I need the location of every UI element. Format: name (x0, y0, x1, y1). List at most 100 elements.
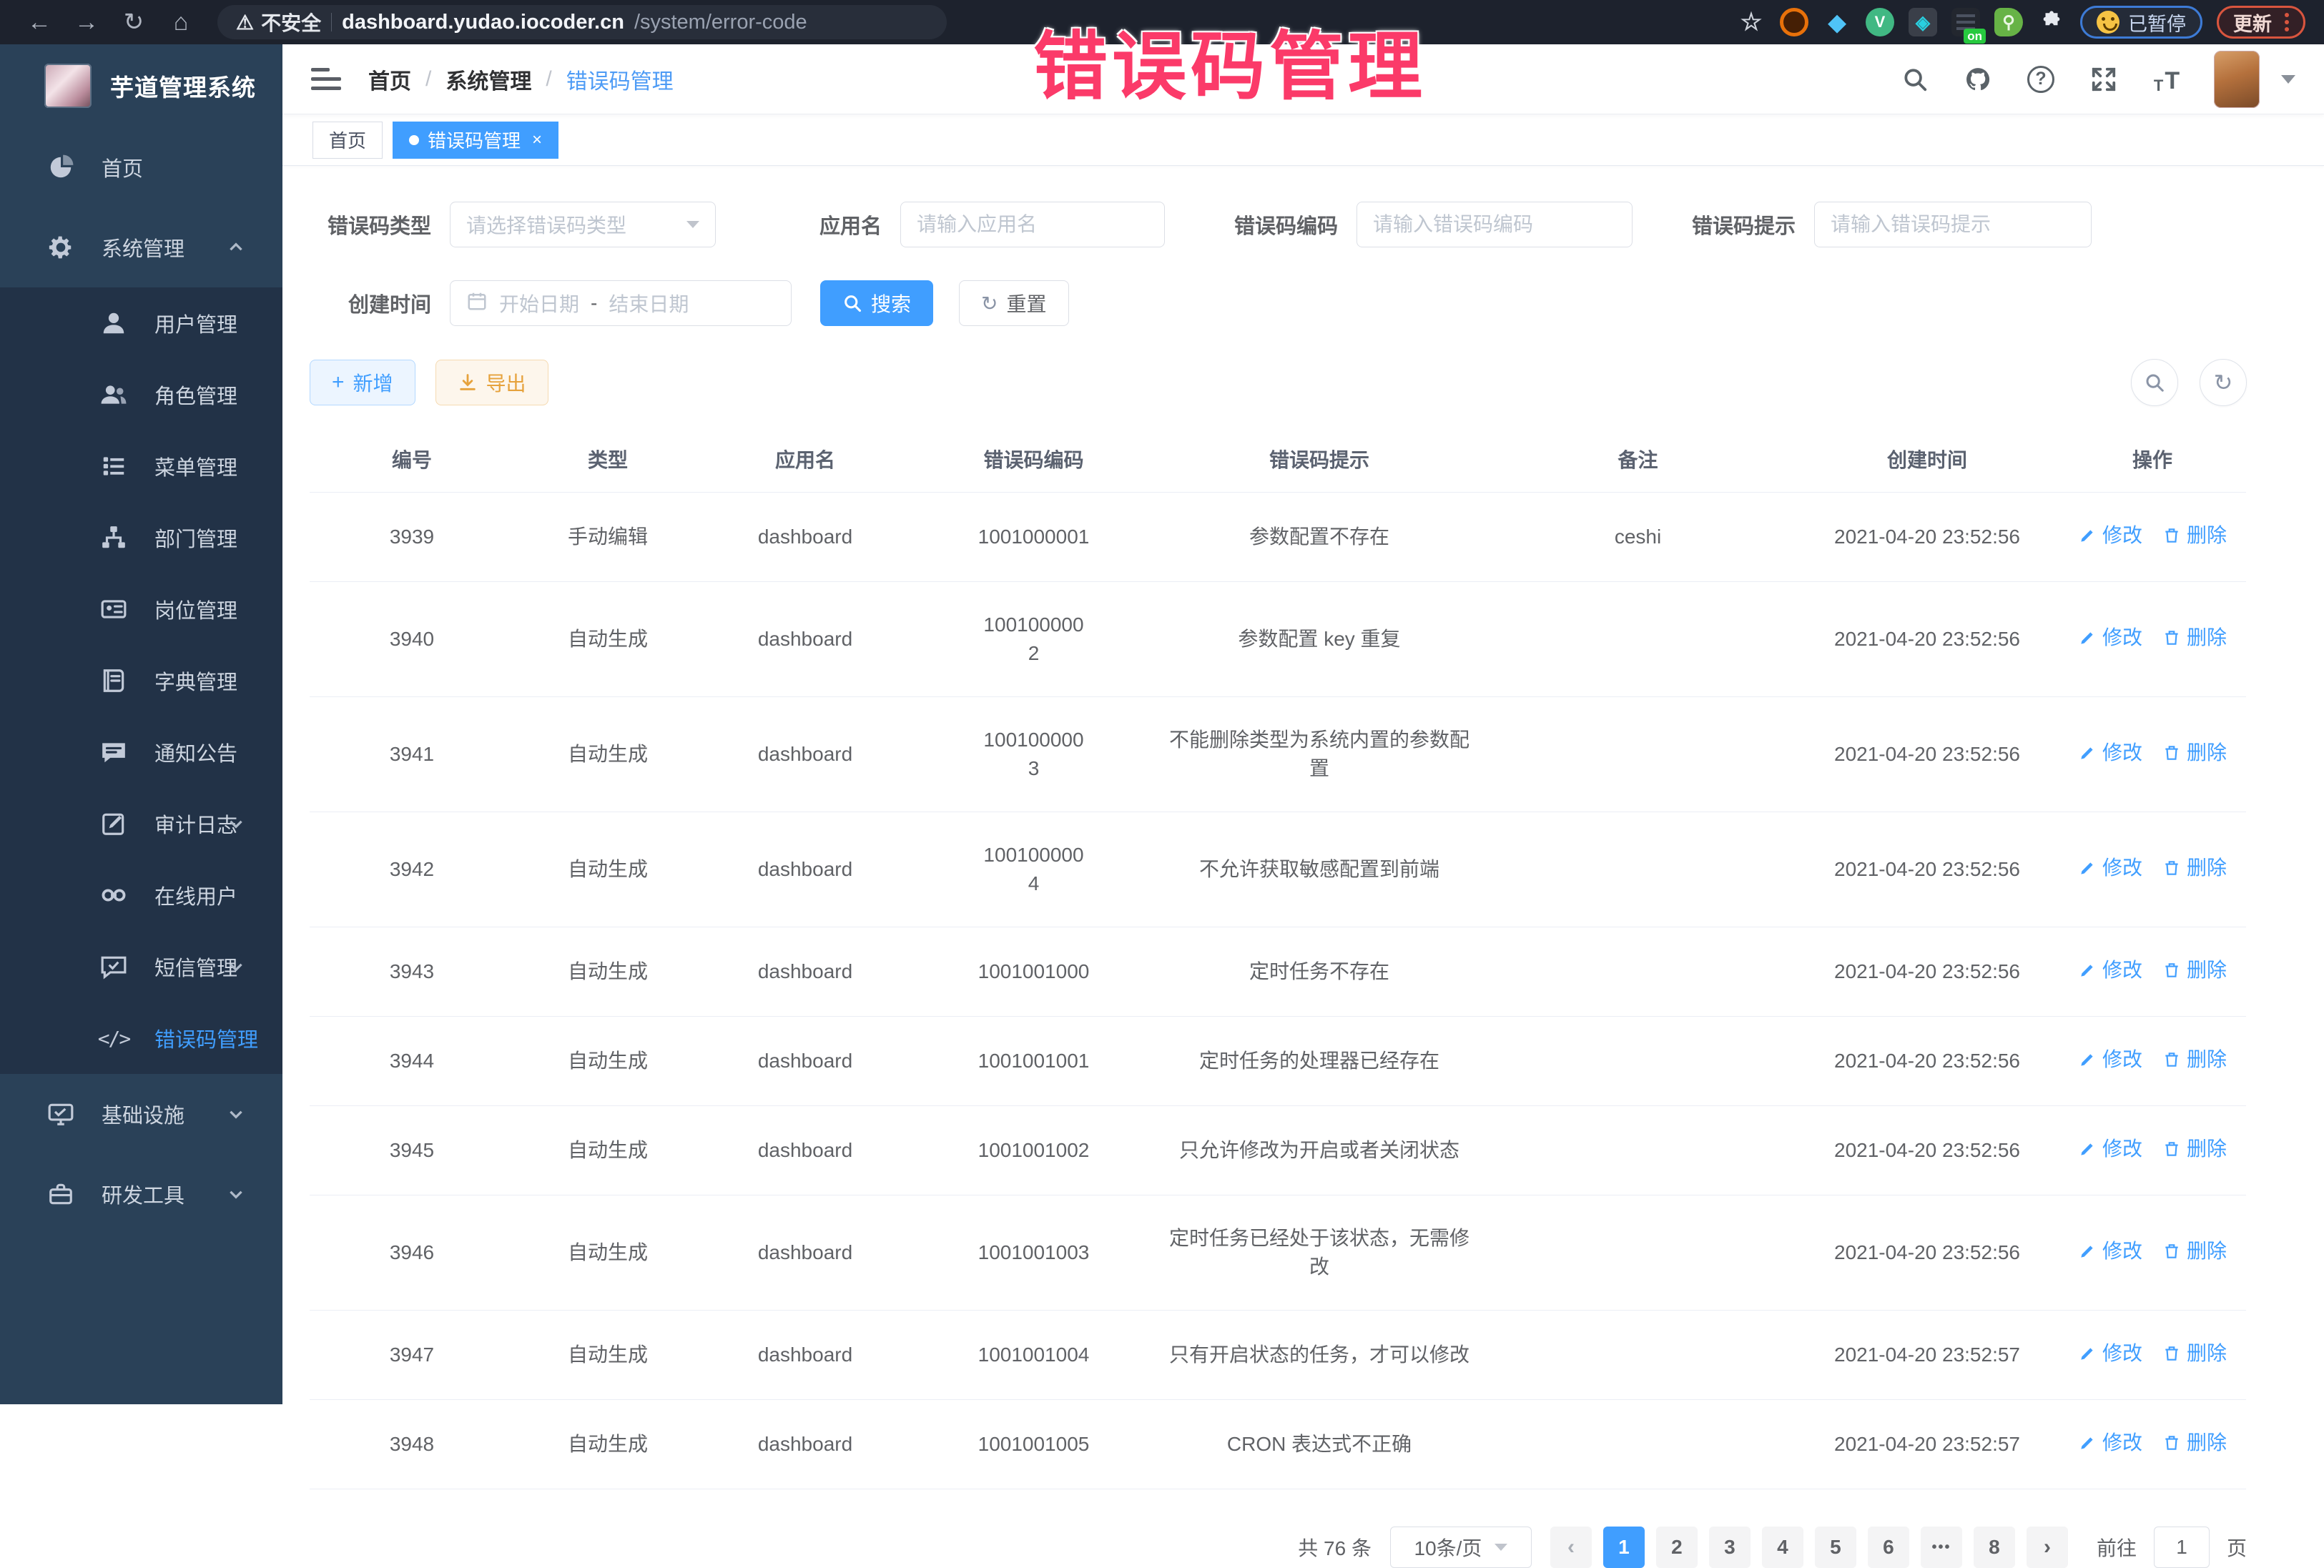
start-date-placeholder[interactable]: 开始日期 (499, 289, 579, 317)
goto-page-input[interactable] (2154, 1527, 2210, 1568)
sidebar-item-home[interactable]: 首页 (0, 127, 282, 207)
error-type-label: 错误码类型 (310, 209, 431, 240)
tag-home[interactable]: 首页 (312, 122, 383, 159)
back-icon[interactable]: ← (19, 6, 60, 39)
sidebar-item-error-code[interactable]: </> 错误码管理 (0, 1002, 282, 1074)
browser-update-button[interactable]: 更新 (2217, 6, 2305, 39)
end-date-placeholder[interactable]: 结束日期 (609, 289, 689, 317)
page-size-select[interactable]: 10条/页 (1390, 1527, 1532, 1568)
add-button[interactable]: + 新增 (310, 360, 415, 405)
edit-link[interactable]: 修改 (2078, 623, 2142, 652)
sidebar-item-sms[interactable]: 短信管理 (0, 931, 282, 1002)
search-button[interactable]: 搜索 (820, 280, 933, 326)
delete-link[interactable]: 删除 (2162, 1237, 2227, 1266)
sidebar-item-audit-log[interactable]: 审计日志 (0, 788, 282, 859)
edit-link[interactable]: 修改 (2078, 1339, 2142, 1368)
export-button[interactable]: 导出 (435, 360, 548, 405)
delete-link[interactable]: 删除 (2162, 854, 2227, 882)
sidebar-item-dictionary[interactable]: 字典管理 (0, 645, 282, 716)
help-icon[interactable]: ? (2025, 64, 2057, 95)
sidebar-item-dev-tools[interactable]: 研发工具 (0, 1154, 282, 1234)
page-button-3[interactable]: 3 (1709, 1527, 1751, 1568)
error-code-input[interactable] (1373, 213, 1616, 236)
tag-error-code[interactable]: 错误码管理 × (393, 122, 558, 159)
col-header-type: 类型 (514, 428, 701, 493)
bookmark-star-icon[interactable]: ☆ (1737, 8, 1766, 36)
sidebar-item-menus[interactable]: 菜单管理 (0, 430, 282, 502)
error-msg-input[interactable] (1831, 213, 2075, 236)
delete-link[interactable]: 删除 (2162, 956, 2227, 985)
error-type-select[interactable]: 请选择错误码类型 (450, 202, 716, 247)
edit-link[interactable]: 修改 (2078, 1135, 2142, 1163)
paused-extension-badge[interactable]: 已暂停 (2080, 6, 2202, 39)
app-logo-row[interactable]: 芋道管理系统 (0, 44, 282, 127)
extension-grid-icon[interactable]: ◈ (1909, 8, 1937, 36)
sidebar-item-system[interactable]: 系统管理 (0, 207, 282, 287)
edit-link[interactable]: 修改 (2078, 1045, 2142, 1074)
edit-link[interactable]: 修改 (2078, 1429, 2142, 1457)
edit-link[interactable]: 修改 (2078, 956, 2142, 985)
sidebar-item-notices[interactable]: 通知公告 (0, 716, 282, 788)
app-name-input[interactable] (917, 213, 1148, 236)
search-icon[interactable] (1899, 64, 1931, 95)
more-pages-button[interactable]: ••• (1921, 1527, 1962, 1568)
extension-vue-icon[interactable]: V (1866, 8, 1894, 36)
collapse-sidebar-icon[interactable] (311, 65, 343, 94)
col-header-actions: 操作 (2059, 428, 2246, 493)
breadcrumb-system[interactable]: 系统管理 (445, 64, 531, 95)
edit-link[interactable]: 修改 (2078, 739, 2142, 767)
date-range-picker[interactable]: 开始日期 - 结束日期 (450, 280, 792, 326)
delete-link[interactable]: 删除 (2162, 1339, 2227, 1368)
sidebar-item-posts[interactable]: 岗位管理 (0, 573, 282, 645)
edit-link[interactable]: 修改 (2078, 1237, 2142, 1266)
home-icon[interactable]: ⌂ (160, 6, 202, 39)
page-button-4[interactable]: 4 (1762, 1527, 1803, 1568)
sidebar-item-infrastructure[interactable]: 基础设施 (0, 1074, 282, 1154)
sidebar-item-roles[interactable]: 角色管理 (0, 359, 282, 430)
forward-icon[interactable]: → (66, 6, 107, 39)
close-tag-icon[interactable]: × (532, 130, 542, 150)
sidebar-item-online-users[interactable]: 在线用户 (0, 859, 282, 931)
calendar-icon (466, 290, 488, 317)
next-page-button[interactable]: › (2027, 1527, 2068, 1568)
prev-page-button[interactable]: ‹ (1550, 1527, 1592, 1568)
avatar-caret-icon[interactable] (2281, 75, 2295, 84)
github-icon[interactable] (1962, 64, 1994, 95)
page-button-5[interactable]: 5 (1815, 1527, 1856, 1568)
browser-menu-icon[interactable] (2285, 13, 2289, 31)
delete-link[interactable]: 删除 (2162, 521, 2227, 550)
edit-link[interactable]: 修改 (2078, 521, 2142, 550)
sidebar-item-departments[interactable]: 部门管理 (0, 502, 282, 573)
sidebar-item-users[interactable]: 用户管理 (0, 287, 282, 359)
reset-button[interactable]: ↻ 重置 (959, 280, 1068, 326)
delete-link[interactable]: 删除 (2162, 1429, 2227, 1457)
font-size-icon[interactable]: TT (2151, 64, 2182, 95)
app-title: 芋道管理系统 (110, 69, 256, 103)
fullscreen-icon[interactable] (2088, 64, 2119, 95)
refresh-table-button[interactable]: ↻ (2200, 359, 2247, 406)
page-button-1[interactable]: 1 (1603, 1527, 1645, 1568)
extension-orange-icon[interactable] (1780, 8, 1808, 36)
delete-link[interactable]: 删除 (2162, 1045, 2227, 1074)
table-row: 3940自动生成 dashboard100100000 2 参数配置 key 重… (310, 582, 2246, 697)
page-button-6[interactable]: 6 (1868, 1527, 1909, 1568)
extension-gem-icon[interactable]: ◆ (1823, 8, 1851, 36)
user-avatar[interactable] (2214, 51, 2260, 108)
not-secure-warning[interactable]: ⚠不安全 (236, 8, 321, 36)
delete-link[interactable]: 删除 (2162, 623, 2227, 652)
edit-link[interactable]: 修改 (2078, 854, 2142, 882)
toolbox-icon (44, 1180, 77, 1208)
reload-icon[interactable]: ↻ (113, 6, 154, 39)
extension-switch-icon[interactable]: on (1951, 8, 1980, 36)
extension-key-icon[interactable]: ⚲ (1994, 8, 2023, 36)
page-button-2[interactable]: 2 (1656, 1527, 1698, 1568)
toggle-search-button[interactable] (2131, 359, 2178, 406)
chevron-down-icon (686, 221, 699, 228)
address-bar[interactable]: ⚠不安全 dashboard.yudao.iocoder.cn/system/e… (217, 5, 947, 39)
delete-link[interactable]: 删除 (2162, 739, 2227, 767)
breadcrumb-home[interactable]: 首页 (368, 64, 411, 95)
page-button-8[interactable]: 8 (1974, 1527, 2015, 1568)
delete-link[interactable]: 删除 (2162, 1135, 2227, 1163)
extensions-puzzle-icon[interactable] (2037, 8, 2066, 36)
org-tree-icon (97, 524, 130, 551)
